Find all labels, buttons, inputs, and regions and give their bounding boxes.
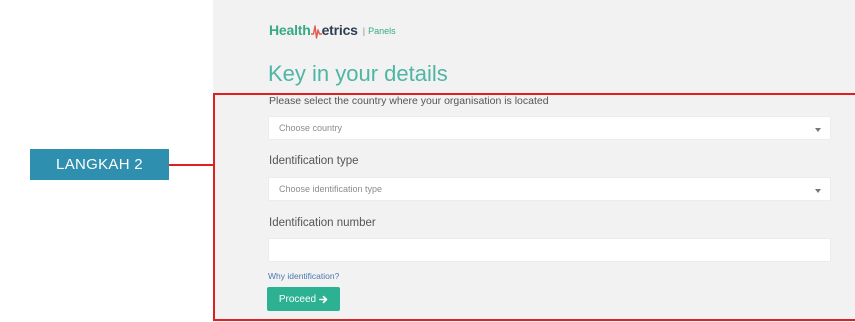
callout-connector: [168, 164, 214, 166]
step-label: LANGKAH 2: [30, 149, 169, 180]
step-highlight-frame: [213, 93, 855, 321]
brand-name: Health etrics: [269, 22, 358, 39]
page-title: Key in your details: [268, 61, 448, 86]
brand-separator: |: [362, 26, 366, 36]
heartbeat-m-icon: [310, 24, 322, 39]
brand-logo[interactable]: Health etrics | Panels: [269, 22, 396, 40]
brand-subtitle: Panels: [368, 26, 396, 36]
